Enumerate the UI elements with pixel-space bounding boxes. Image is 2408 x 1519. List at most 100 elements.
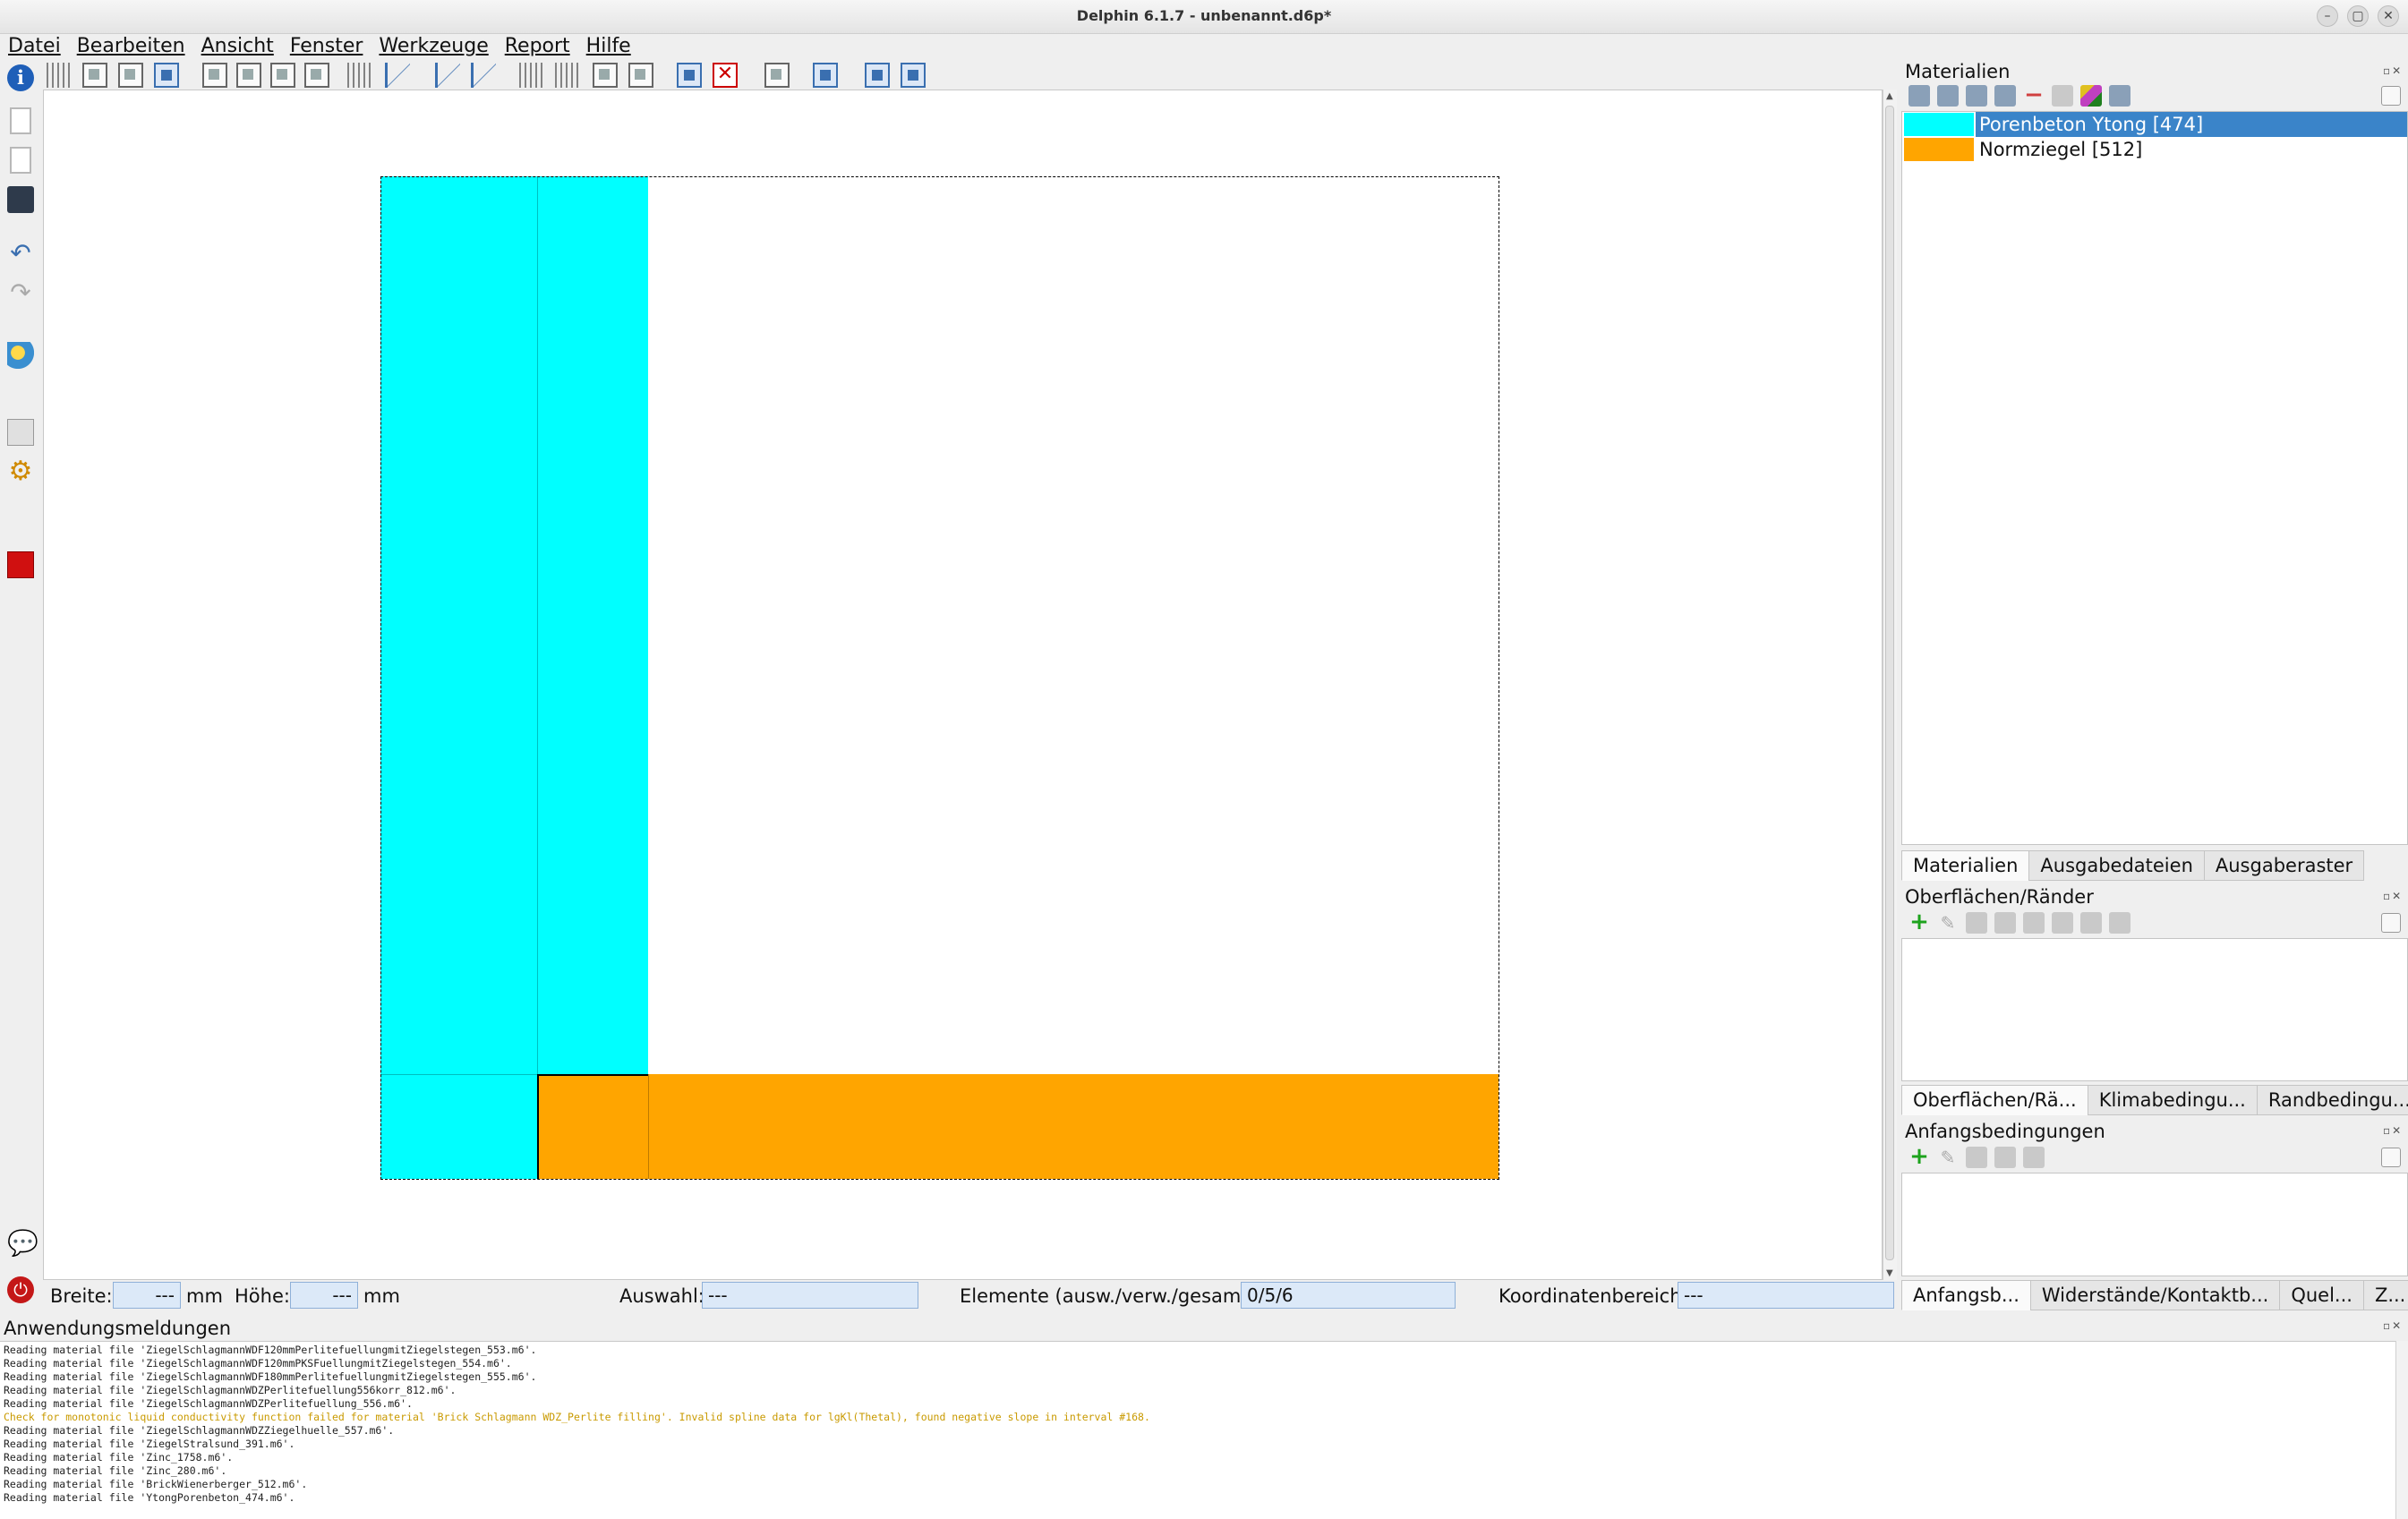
koord-field[interactable]: --- — [1678, 1282, 1894, 1309]
chat-icon[interactable]: 💬 — [7, 1230, 38, 1257]
initial-edit-icon[interactable] — [2381, 1148, 2401, 1167]
merge-row-icon[interactable] — [304, 63, 329, 88]
materials-panel-title: Materialien — [1905, 61, 2011, 82]
close-button[interactable]: ✕ — [2378, 5, 2399, 27]
remove-material-icon[interactable]: − — [2023, 83, 2045, 107]
power-icon[interactable]: ⏻ — [7, 1276, 34, 1303]
save-icon[interactable] — [7, 186, 34, 213]
menu-fenster[interactable]: Fenster — [282, 34, 371, 61]
copy-surface-icon[interactable] — [1966, 912, 1987, 934]
check-model-icon[interactable] — [764, 63, 790, 88]
maximize-button[interactable]: ▢ — [2347, 5, 2369, 27]
auswahl-field[interactable]: --- — [702, 1282, 918, 1309]
material-item-ytong[interactable]: Porenbeton Ytong [474] — [1902, 112, 2407, 137]
import-icon[interactable] — [901, 63, 926, 88]
material-properties-icon[interactable] — [1966, 85, 1987, 107]
merge-column-icon[interactable] — [236, 63, 261, 88]
add-from-db-icon[interactable] — [1937, 85, 1959, 107]
edit-surface-icon[interactable]: ✎ — [1937, 912, 1959, 934]
material-colors-icon[interactable] — [2080, 85, 2102, 107]
menu-werkzeuge[interactable]: Werkzeuge — [371, 34, 496, 61]
materials-panel-controls[interactable]: ▫✕ — [2383, 64, 2403, 77]
assign-material-small-icon[interactable] — [2052, 85, 2073, 107]
tab-widerstaende[interactable]: Widerstände/Kontaktb... — [2029, 1280, 2281, 1310]
align-right-icon[interactable] — [628, 63, 653, 88]
messages-panel-controls[interactable]: ▫✕ — [2383, 1319, 2403, 1332]
split-row-icon[interactable] — [270, 63, 295, 88]
hoehe-field[interactable]: --- — [290, 1282, 358, 1309]
menu-report[interactable]: Report — [497, 34, 578, 61]
breite-field[interactable]: --- — [113, 1282, 181, 1309]
export-icon[interactable] — [865, 63, 890, 88]
mirror-vertical-icon[interactable] — [435, 63, 460, 88]
add-material-icon[interactable] — [1908, 85, 1930, 107]
settings-gear-icon[interactable]: ⚙ — [7, 458, 34, 485]
view-grid-icon[interactable] — [118, 63, 143, 88]
add-initial-condition-icon[interactable]: + — [1908, 1145, 1930, 1168]
tab-quellen[interactable]: Quel... — [2279, 1280, 2364, 1310]
assign-bottom-icon[interactable] — [2109, 912, 2130, 934]
copy-initial-condition-icon[interactable] — [1966, 1147, 1987, 1168]
mirror-horizontal-icon[interactable] — [471, 63, 496, 88]
postproc-chart-icon[interactable] — [7, 419, 34, 446]
tab-ausgaberaster[interactable]: Ausgaberaster — [2203, 850, 2365, 881]
tab-anfangsbedingungen[interactable]: Anfangsb... — [1901, 1280, 2031, 1310]
material-item-ziegel[interactable]: Normziegel [512] — [1902, 137, 2407, 162]
tab-materialien[interactable]: Materialien — [1901, 850, 2030, 881]
menu-hilfe[interactable]: Hilfe — [578, 34, 639, 61]
materials-list[interactable]: Porenbeton Ytong [474] Normziegel [512] — [1901, 111, 2408, 845]
menu-bar: Datei Bearbeiten Ansicht Fenster Werkzeu… — [0, 34, 1898, 61]
new-document-icon[interactable] — [10, 107, 31, 134]
menu-datei[interactable]: Datei — [0, 34, 69, 61]
minimize-button[interactable]: – — [2317, 5, 2338, 27]
initial-conditions-list[interactable] — [1901, 1173, 2408, 1276]
info-icon[interactable]: i — [7, 64, 34, 91]
messages-log[interactable]: Reading material file 'ZiegelSchlagmannW… — [0, 1341, 2408, 1519]
grid-lines-icon[interactable] — [47, 63, 72, 88]
view-construction-icon[interactable] — [82, 63, 107, 88]
messages-scrollbar[interactable] — [2395, 1341, 2408, 1519]
breite-label: Breite: — [50, 1285, 113, 1307]
stop-icon[interactable] — [7, 551, 34, 578]
split-column-icon[interactable] — [202, 63, 227, 88]
delete-x-icon[interactable]: ✕ — [713, 63, 738, 88]
surfaces-edit-icon[interactable] — [2381, 913, 2401, 933]
assign-initial-condition-icon[interactable] — [2023, 1147, 2045, 1168]
redo-icon[interactable]: ↷ — [7, 279, 34, 306]
climate-globe-icon[interactable] — [7, 342, 34, 369]
replace-material-icon[interactable] — [1994, 85, 2016, 107]
tab-klimabedingungen[interactable]: Klimabedingu... — [2087, 1085, 2258, 1115]
menu-bearbeiten[interactable]: Bearbeiten — [69, 34, 193, 61]
material-list-icon[interactable] — [2109, 85, 2130, 107]
undo-icon[interactable]: ↶ — [7, 240, 34, 267]
menu-ansicht[interactable]: Ansicht — [193, 34, 282, 61]
output-grid-icon[interactable] — [813, 63, 838, 88]
canvas-vertical-scrollbar[interactable]: ▲ ▼ — [1883, 90, 1897, 1280]
add-surface-icon[interactable]: + — [1908, 910, 1930, 934]
message-line: Reading material file 'ZiegelSchlagmannW… — [4, 1384, 457, 1396]
assign-right-icon[interactable] — [2080, 912, 2102, 934]
assign-top-icon[interactable] — [2052, 912, 2073, 934]
edit-initial-condition-icon[interactable]: ✎ — [1937, 1147, 1959, 1168]
surfaces-list[interactable] — [1901, 938, 2408, 1081]
align-left-icon[interactable] — [593, 63, 618, 88]
equalize-columns-icon[interactable] — [519, 63, 544, 88]
materials-edit-icon[interactable] — [2381, 86, 2401, 106]
tab-z[interactable]: Z... — [2362, 1280, 2408, 1310]
remove-surface-icon[interactable] — [1994, 912, 2016, 934]
cut-line-icon[interactable] — [385, 63, 410, 88]
insert-column-icon[interactable] — [347, 63, 372, 88]
elemente-field[interactable]: 0/5/6 — [1241, 1282, 1456, 1309]
assign-left-icon[interactable] — [2023, 912, 2045, 934]
assign-material-icon[interactable] — [677, 63, 702, 88]
initial-panel-controls[interactable]: ▫✕ — [2383, 1124, 2403, 1137]
tab-oberflaechen[interactable]: Oberflächen/Rä... — [1901, 1085, 2088, 1115]
tab-ausgabedateien[interactable]: Ausgabedateien — [2028, 850, 2205, 881]
remove-initial-condition-icon[interactable] — [1994, 1147, 2016, 1168]
construction-canvas[interactable] — [43, 90, 1883, 1280]
tab-randbedingungen[interactable]: Randbedingu... — [2256, 1085, 2408, 1115]
view-assignments-icon[interactable] — [154, 63, 179, 88]
open-file-icon[interactable] — [10, 147, 31, 174]
equalize-rows-icon[interactable] — [555, 63, 580, 88]
surfaces-panel-controls[interactable]: ▫✕ — [2383, 890, 2403, 902]
